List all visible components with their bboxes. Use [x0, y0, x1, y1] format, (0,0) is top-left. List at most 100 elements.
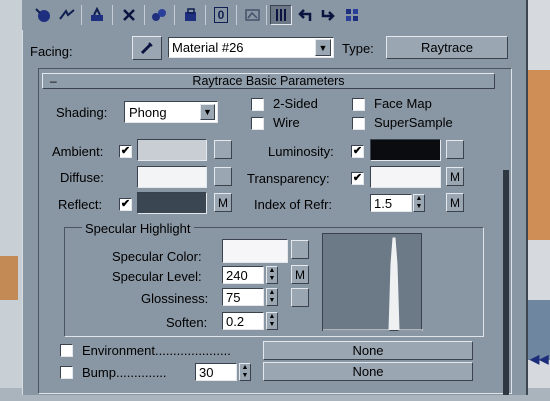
- chevron-down-icon: ▼: [203, 107, 212, 117]
- environment-map-value: None: [352, 343, 384, 358]
- toolbar-separator: [81, 5, 82, 25]
- glossiness-map-button[interactable]: [291, 288, 309, 307]
- make-copy-icon[interactable]: [148, 5, 170, 25]
- environment-map-button[interactable]: None: [263, 341, 473, 360]
- specular-color-swatch[interactable]: [222, 239, 288, 263]
- assign-material-icon[interactable]: [86, 5, 108, 25]
- environment-checkbox[interactable]: [60, 344, 73, 357]
- bump-checkbox[interactable]: [60, 366, 73, 379]
- rollout-header[interactable]: Raytrace Basic Parameters: [42, 73, 495, 89]
- soften-input[interactable]: 0.2: [222, 312, 264, 330]
- make-unique-icon[interactable]: [180, 5, 202, 25]
- specular-highlight-title: Specular Highlight: [82, 221, 194, 236]
- highlight-curve: [323, 237, 423, 331]
- get-material-icon[interactable]: [32, 5, 54, 25]
- reflect-map-button[interactable]: M: [214, 193, 232, 212]
- specular-level-value: 240: [226, 267, 248, 283]
- luminosity-color-swatch[interactable]: [370, 139, 441, 161]
- specular-level-label: Specular Level:: [112, 269, 202, 284]
- two-sided-checkbox[interactable]: [251, 98, 264, 111]
- shading-dropdown[interactable]: ▼: [200, 104, 215, 120]
- highlight-curve-graph: [322, 233, 423, 331]
- ambient-map-button[interactable]: [214, 140, 232, 159]
- environment-label: Environment.....................: [82, 343, 231, 358]
- material-name: Material #26: [172, 40, 244, 55]
- material-type-button[interactable]: Raytrace: [386, 36, 508, 59]
- bump-map-button[interactable]: None: [263, 362, 473, 381]
- panel-scrollbar[interactable]: [503, 170, 509, 395]
- specular-color-map-button[interactable]: [291, 240, 309, 259]
- reflect-checkbox[interactable]: ✔: [119, 198, 132, 211]
- viewport-object: [0, 256, 18, 300]
- soften-spinner[interactable]: ▲ ▼: [266, 312, 278, 330]
- bump-label: Bump..............: [82, 365, 167, 380]
- index-of-refr-map-button[interactable]: M: [446, 193, 464, 212]
- channel-label: 0: [213, 7, 229, 23]
- transparency-map-button[interactable]: M: [446, 167, 464, 186]
- toolbar-separator: [174, 5, 175, 25]
- ambient-color-swatch[interactable]: [137, 139, 207, 161]
- luminosity-label: Luminosity:: [268, 144, 334, 159]
- diffuse-map-button[interactable]: [214, 167, 232, 186]
- glossiness-input[interactable]: 75: [222, 288, 264, 306]
- index-of-refr-label: Index of Refr:: [254, 197, 333, 212]
- ambient-lock-checkbox[interactable]: ✔: [119, 145, 132, 158]
- index-of-refr-input[interactable]: 1.5: [370, 194, 412, 212]
- supersample-label: SuperSample: [374, 115, 453, 130]
- ambient-label: Ambient:: [52, 144, 104, 159]
- specular-level-spinner[interactable]: ▲ ▼: [266, 266, 278, 284]
- glossiness-value: 75: [226, 289, 241, 305]
- specular-color-label: Specular Color:: [112, 249, 202, 264]
- playback-arrows[interactable]: ◀◀: [530, 352, 548, 366]
- reflect-color-swatch[interactable]: [137, 192, 207, 214]
- material-type: Raytrace: [420, 40, 474, 55]
- viewport-object-right: [528, 70, 550, 240]
- put-to-scene-icon[interactable]: [56, 5, 78, 25]
- transparency-color-swatch[interactable]: [370, 166, 441, 188]
- transparency-checkbox[interactable]: ✔: [351, 172, 364, 185]
- pick-material-button[interactable]: [132, 36, 162, 60]
- reflect-label: Reflect:: [58, 197, 103, 212]
- reset-icon[interactable]: [118, 5, 140, 25]
- supersample-checkbox[interactable]: [352, 117, 365, 130]
- wire-label: Wire: [273, 115, 300, 130]
- glossiness-spinner[interactable]: ▲ ▼: [266, 288, 278, 306]
- face-map-checkbox[interactable]: [352, 98, 365, 111]
- toolbar-separator: [144, 5, 145, 25]
- bump-amount-spinner[interactable]: ▲ ▼: [239, 363, 251, 381]
- rollout-title: Raytrace Basic Parameters: [192, 74, 345, 88]
- toolbar-separator: [112, 5, 113, 25]
- luminosity-checkbox[interactable]: ✔: [351, 145, 364, 158]
- toolbar-separator: [205, 5, 206, 25]
- material-name-field[interactable]: Material #26: [168, 37, 334, 58]
- two-sided-label: 2-Sided: [273, 96, 318, 111]
- show-end-result-icon[interactable]: [270, 5, 292, 25]
- specular-level-map-label: M: [295, 267, 305, 282]
- specular-level-map-button[interactable]: M: [291, 265, 309, 284]
- bump-amount-value: 30: [199, 364, 214, 380]
- diffuse-color-swatch[interactable]: [137, 166, 207, 188]
- index-of-refr-spinner[interactable]: ▲ ▼: [413, 194, 425, 212]
- material-effects-channel-icon[interactable]: 0: [210, 5, 232, 25]
- shading-value: Phong: [129, 104, 167, 120]
- luminosity-map-button[interactable]: [446, 140, 464, 159]
- show-map-icon[interactable]: [242, 5, 264, 25]
- shading-label: Shading:: [56, 105, 108, 120]
- bump-amount-input[interactable]: 30: [195, 363, 237, 381]
- reflect-map-label: M: [218, 195, 228, 210]
- specular-level-input[interactable]: 240: [222, 266, 264, 284]
- viewport-background: [0, 0, 22, 401]
- go-to-parent-icon[interactable]: [294, 5, 316, 25]
- go-forward-icon[interactable]: [318, 5, 340, 25]
- diffuse-label: Diffuse:: [60, 170, 104, 185]
- transparency-map-label: M: [450, 169, 460, 184]
- soften-value: 0.2: [226, 313, 245, 329]
- face-map-label: Face Map: [374, 96, 432, 111]
- wire-checkbox[interactable]: [251, 117, 264, 130]
- material-name-dropdown[interactable]: ▼: [315, 39, 331, 56]
- facing-label: Facing:: [30, 44, 73, 59]
- collapse-icon[interactable]: –: [50, 73, 57, 89]
- material-editor-toolbar: 0: [22, 0, 526, 30]
- glossiness-label: Glossiness:: [141, 291, 209, 306]
- select-by-material-icon[interactable]: [342, 5, 364, 25]
